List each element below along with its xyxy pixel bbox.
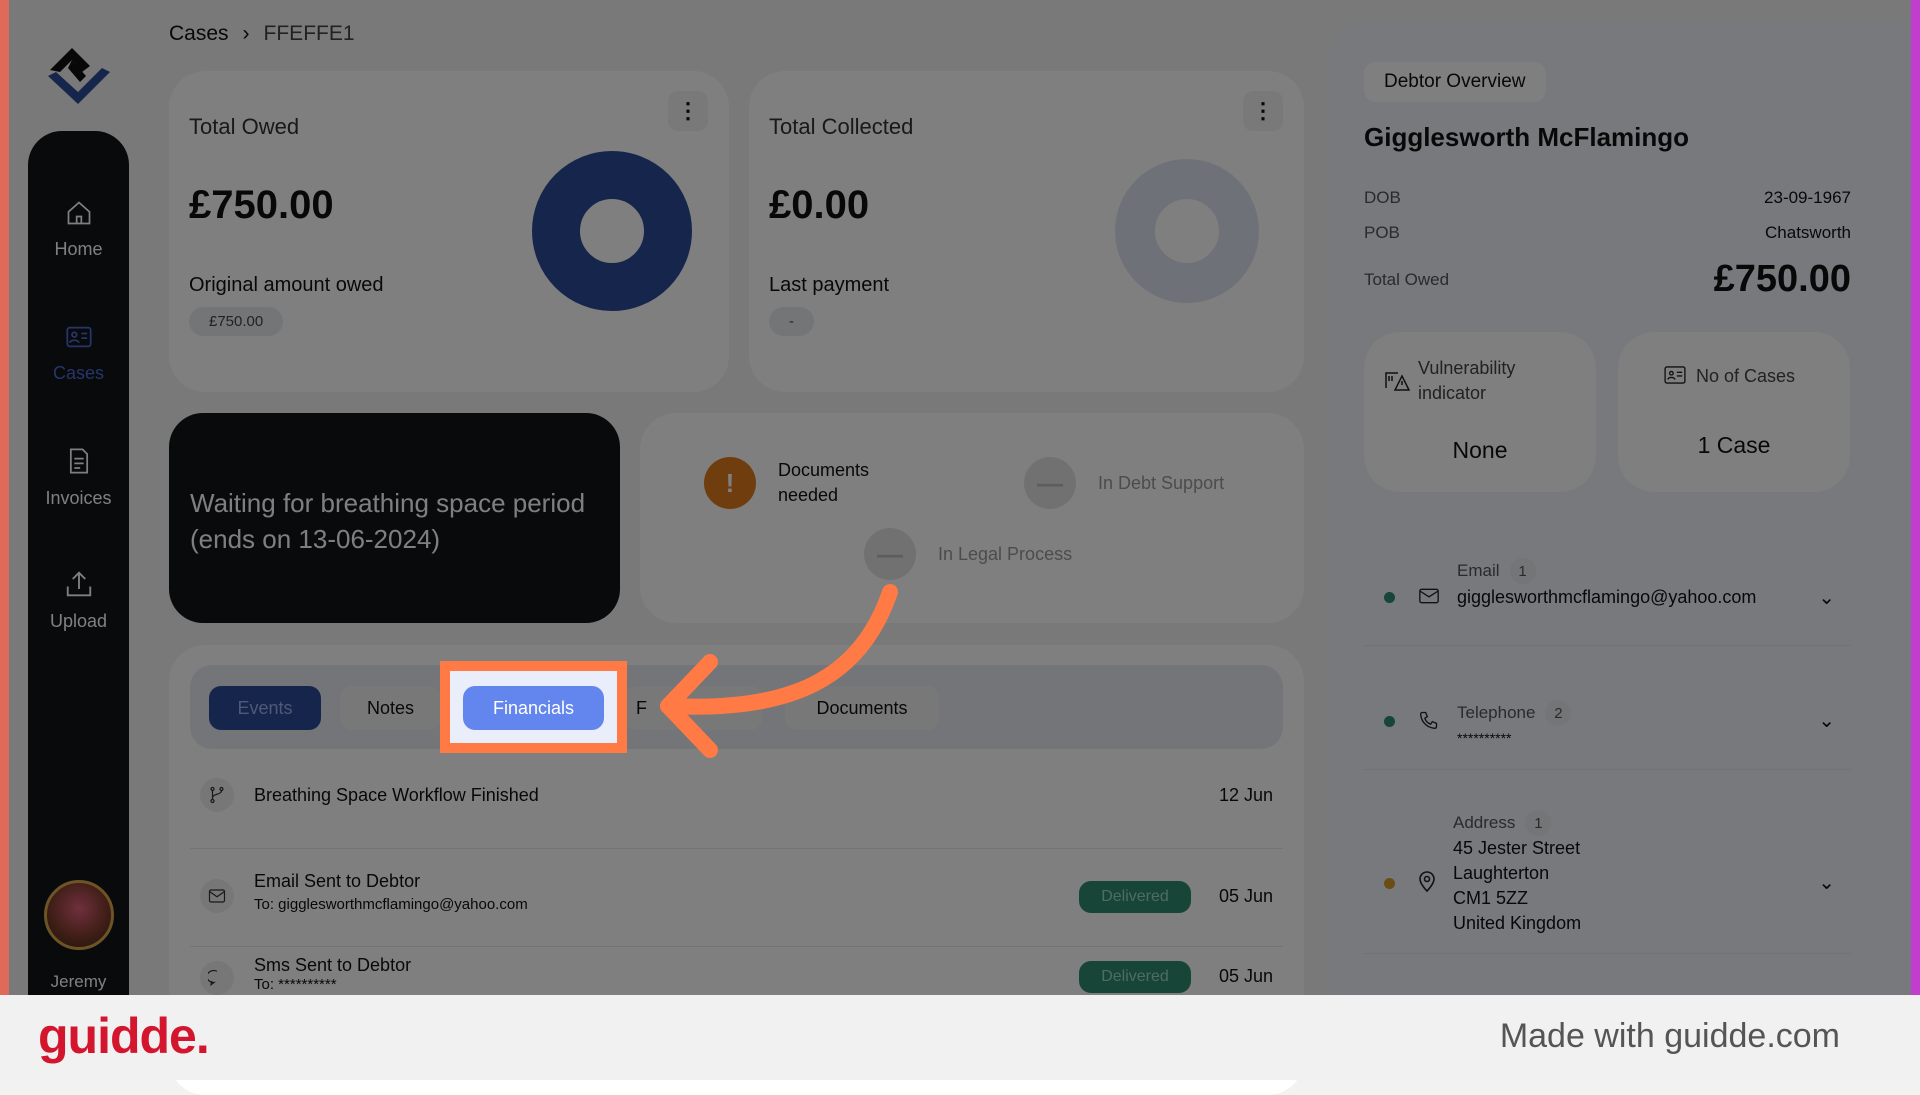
made-with-text[interactable]: Made with guidde.com: [1500, 1017, 1840, 1056]
guidde-logo[interactable]: guidde.: [38, 1007, 210, 1065]
pointer-arrow-icon: [660, 584, 898, 758]
guidde-footer: guidde. Made with guidde.com: [0, 995, 1920, 1080]
right-edge-strip: [1911, 0, 1920, 995]
left-edge-strip: [0, 0, 9, 995]
